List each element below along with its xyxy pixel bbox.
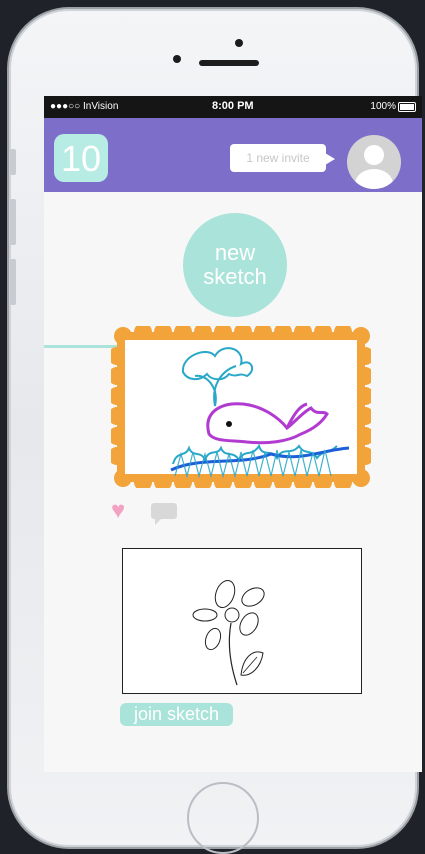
invite-notification[interactable]: 1 new invite <box>230 144 335 172</box>
home-button[interactable] <box>187 782 259 854</box>
avatar[interactable] <box>347 135 401 189</box>
phone-frame: ●●●○○ InVision 8:00 PM 100% 10 1 new inv… <box>9 9 422 854</box>
battery-percent: 100% <box>370 101 396 112</box>
comment-icon[interactable] <box>151 503 177 525</box>
mute-switch <box>10 149 16 175</box>
front-camera-icon <box>173 55 181 63</box>
sketch-card-whale[interactable] <box>111 326 371 488</box>
app-screen: ●●●○○ InVision 8:00 PM 100% 10 1 new inv… <box>44 96 422 772</box>
proximity-sensor-icon <box>235 39 243 47</box>
heart-icon[interactable]: ♥ <box>111 499 125 523</box>
whale-sketch <box>111 326 371 488</box>
sketch-counter[interactable]: 10 <box>54 134 108 182</box>
new-sketch-button[interactable]: new sketch <box>183 213 287 317</box>
sketch-card-flower[interactable] <box>122 548 362 694</box>
battery-icon <box>398 102 416 112</box>
earpiece-speaker <box>199 60 259 66</box>
app-header: 10 1 new invite <box>44 118 422 192</box>
clock: 8:00 PM <box>212 100 254 112</box>
volume-down-button <box>10 259 16 305</box>
status-bar: ●●●○○ InVision 8:00 PM 100% <box>44 96 422 118</box>
join-sketch-button[interactable]: join sketch <box>120 703 233 726</box>
carrier-text: ●●●○○ InVision <box>50 101 119 112</box>
avatar-icon <box>364 145 384 165</box>
flower-sketch <box>192 579 265 686</box>
volume-up-button <box>10 199 16 245</box>
